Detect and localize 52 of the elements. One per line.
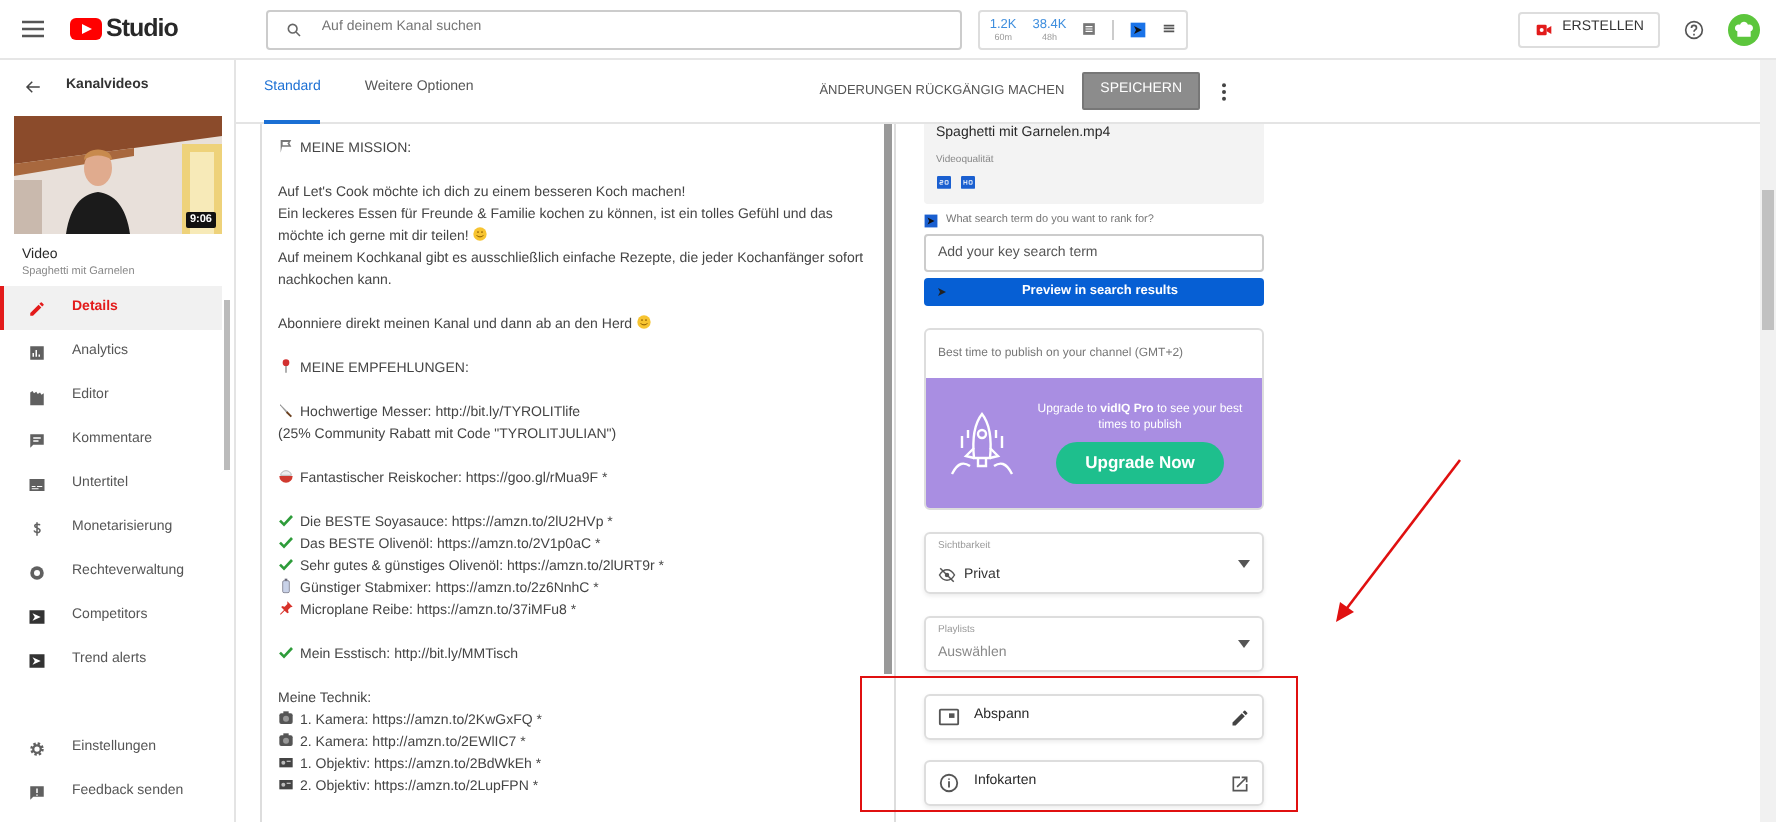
help-icon[interactable] bbox=[1684, 19, 1704, 39]
eye-off-icon bbox=[938, 566, 956, 585]
description-field[interactable] bbox=[260, 124, 896, 822]
play-icon bbox=[936, 286, 948, 298]
avatar-icon[interactable] bbox=[1728, 13, 1760, 45]
play-icon bbox=[28, 607, 46, 625]
clapper-icon bbox=[28, 387, 46, 405]
menu-icon[interactable] bbox=[22, 20, 44, 38]
back-arrow-icon bbox=[24, 78, 42, 96]
projector-icon bbox=[278, 776, 294, 792]
check-icon bbox=[278, 644, 294, 660]
scrollbar-thumb[interactable] bbox=[884, 124, 892, 674]
play-icon bbox=[924, 213, 938, 227]
projector-icon bbox=[278, 754, 294, 770]
camera-icon bbox=[278, 732, 294, 748]
scrollbar-thumb[interactable] bbox=[224, 300, 230, 470]
flag-icon bbox=[278, 138, 294, 154]
camera-icon bbox=[278, 710, 294, 726]
dropdown-caret-icon bbox=[1238, 640, 1250, 648]
more-icon bbox=[1220, 81, 1228, 101]
pencil-icon bbox=[28, 299, 46, 317]
external-link-icon bbox=[1230, 773, 1250, 793]
play-logo-icon bbox=[70, 18, 102, 40]
chart-icon bbox=[28, 343, 46, 361]
smiley-icon bbox=[472, 226, 489, 242]
grid-icon bbox=[1082, 22, 1097, 36]
settings-icon bbox=[28, 739, 46, 757]
quality-icon bbox=[936, 175, 952, 189]
search-icon bbox=[285, 21, 302, 37]
logo-text: Studio bbox=[106, 12, 178, 47]
screen-icon bbox=[938, 706, 960, 728]
smiley-icon bbox=[636, 314, 653, 330]
pin-icon bbox=[278, 358, 294, 374]
dropdown-caret-icon bbox=[1238, 559, 1250, 567]
battery-icon bbox=[278, 578, 294, 594]
play-icon bbox=[1130, 21, 1147, 37]
pencil-icon bbox=[1230, 707, 1250, 727]
play-icon bbox=[28, 651, 46, 669]
quality-icon bbox=[960, 175, 976, 189]
bowl-icon bbox=[278, 468, 294, 484]
subtitles-icon bbox=[28, 475, 46, 493]
feedback-icon bbox=[28, 783, 46, 801]
info-icon bbox=[938, 772, 960, 794]
rocket-icon bbox=[946, 407, 1018, 479]
pushpin-icon bbox=[278, 600, 294, 616]
video-camera-icon bbox=[1534, 21, 1555, 37]
comment-icon bbox=[28, 431, 46, 449]
list-icon bbox=[1162, 22, 1177, 36]
badge-icon bbox=[28, 563, 46, 581]
dollar-icon bbox=[28, 519, 46, 537]
scrollbar-thumb[interactable] bbox=[1762, 190, 1774, 330]
knife-icon bbox=[278, 402, 294, 418]
